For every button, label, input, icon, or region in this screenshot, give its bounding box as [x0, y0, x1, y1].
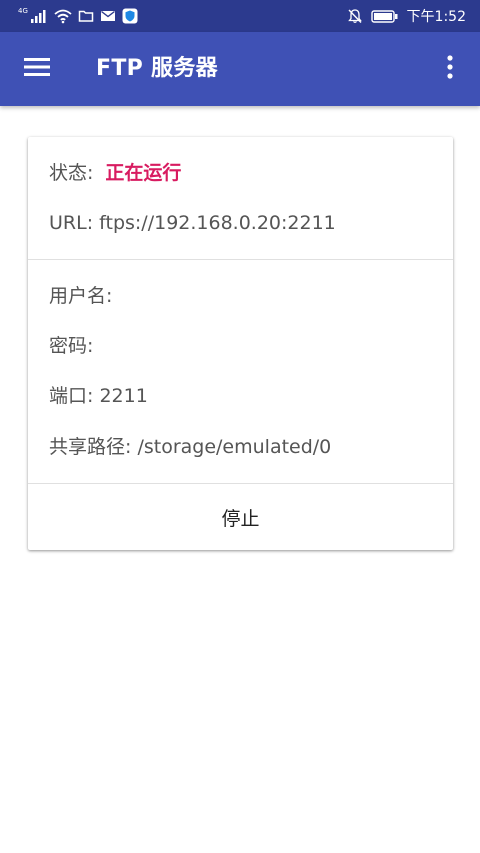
app-bar: FTP 服务器 — [0, 32, 480, 106]
server-info-card: 状态: 正在运行 URL: ftps://192.168.0.20:2211 用户… — [28, 137, 453, 550]
status-bar-left: 4G — [18, 6, 138, 26]
hamburger-menu-icon — [24, 57, 50, 81]
password-row: 密码: — [49, 335, 94, 357]
port-row: 端口: 2211 — [49, 385, 148, 407]
status-row: 状态: 正在运行 — [49, 161, 181, 185]
more-vert-icon — [446, 55, 454, 83]
battery-icon — [370, 8, 399, 24]
status-label: 状态: — [49, 162, 94, 184]
status-value: 正在运行 — [105, 162, 182, 184]
stop-button[interactable]: 停止 — [28, 484, 453, 550]
mail-icon — [100, 8, 116, 24]
signal-icon — [30, 8, 48, 24]
overflow-menu-button[interactable] — [428, 45, 472, 93]
status-bar: 4G 下午1:52 — [0, 0, 480, 32]
menu-button[interactable] — [13, 45, 61, 93]
username-row: 用户名: — [49, 285, 113, 307]
url-row: URL: ftps://192.168.0.20:2211 — [49, 212, 336, 234]
share-path-row: 共享路径: /storage/emulated/0 — [49, 436, 332, 458]
status-bar-right: 下午1:52 — [347, 6, 466, 26]
divider — [28, 259, 453, 260]
wifi-icon — [54, 8, 72, 24]
app-title: FTP 服务器 — [96, 56, 218, 81]
network-type-label: 4G — [18, 6, 28, 15]
notifications-off-icon — [347, 8, 363, 24]
folder-icon — [78, 8, 94, 24]
shield-icon — [122, 8, 138, 24]
status-time: 下午1:52 — [406, 9, 466, 25]
